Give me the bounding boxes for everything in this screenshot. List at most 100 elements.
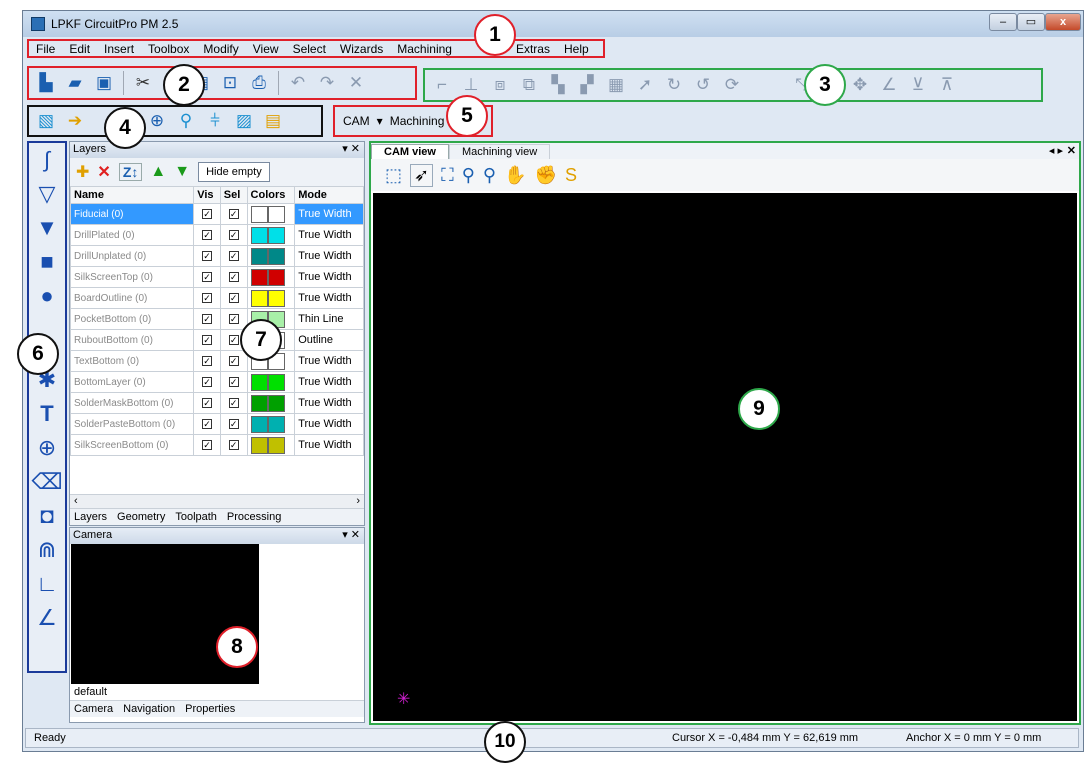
pan-hand-icon[interactable]: ✋ [504, 165, 526, 186]
layer-mode[interactable]: True Width [294, 392, 364, 414]
layer-mode[interactable]: True Width [294, 434, 364, 456]
fiducial-icon[interactable]: ⊕ [144, 108, 170, 134]
visible-checkbox[interactable]: ✓ [201, 355, 212, 366]
fiducial-insert-icon[interactable]: ⊕ [29, 431, 65, 465]
layer-color-swatch[interactable] [250, 415, 268, 433]
cut-icon[interactable]: ✂ [130, 70, 156, 96]
layer-color-swatch-2[interactable] [267, 226, 285, 244]
export-arrow-icon[interactable]: ➔ [62, 108, 88, 134]
tab-geometry[interactable]: Geometry [117, 511, 165, 523]
rotate-icon[interactable]: ⟳ [719, 72, 745, 98]
tab-navigation[interactable]: Navigation [123, 703, 175, 715]
layer-color-swatch[interactable] [250, 247, 268, 265]
toolpath-icon[interactable]: ∫ [29, 143, 65, 177]
layer-row[interactable]: SilkScreenTop (0) ✓ ✓ True Width [69, 266, 364, 288]
layer-mode[interactable]: True Width [294, 287, 364, 309]
zoom-fit-icon[interactable]: ⛶ [441, 165, 454, 186]
layer-mode[interactable]: Outline [294, 329, 364, 351]
visible-checkbox[interactable]: ✓ [201, 250, 212, 261]
print-icon[interactable]: ⎙ [246, 70, 272, 96]
menu-help[interactable]: Help [557, 42, 596, 56]
print-preview-icon[interactable]: ⊡ [217, 70, 243, 96]
selectable-checkbox[interactable]: ✓ [228, 334, 239, 345]
triangle-filled-icon[interactable]: ▼ [29, 211, 65, 245]
tab-camera[interactable]: Camera [74, 703, 113, 715]
hide-empty-button[interactable]: Hide empty [198, 162, 270, 182]
triangle-outline-icon[interactable]: ▽ [29, 177, 65, 211]
selectable-checkbox[interactable]: ✓ [228, 271, 239, 282]
process-icon[interactable]: ▤ [260, 108, 286, 134]
selectable-checkbox[interactable]: ✓ [228, 376, 239, 387]
visible-checkbox[interactable]: ✓ [201, 376, 212, 387]
pan-grab-icon[interactable]: ✊ [535, 165, 557, 186]
move-icon[interactable]: ✥ [847, 72, 873, 98]
machining-dropdown[interactable]: Machining [386, 114, 449, 128]
layer-mode[interactable]: True Width [294, 371, 364, 393]
rectangle-icon[interactable]: ■ [29, 245, 65, 279]
lasso-select-icon[interactable]: ⬚ [385, 165, 402, 186]
align-right-icon[interactable]: ▞ [574, 72, 600, 98]
tab-machining-view[interactable]: Machining view [448, 144, 551, 159]
col-sel[interactable]: Sel [219, 186, 248, 204]
rotate-cw-icon[interactable]: ↻ [661, 72, 687, 98]
chevron-down-icon[interactable]: ▾ [377, 114, 383, 128]
layer-color-swatch-2[interactable] [267, 289, 285, 307]
selectable-checkbox[interactable]: ✓ [228, 313, 239, 324]
tab-cam-view[interactable]: CAM view [371, 144, 449, 159]
menu-select[interactable]: Select [286, 42, 333, 56]
close-button[interactable]: x [1045, 13, 1081, 31]
panel-controls-icon[interactable]: ▾ ✕ [342, 528, 360, 543]
scroll-left-icon[interactable]: ‹ [74, 495, 78, 507]
layer-color-swatch[interactable] [250, 205, 268, 223]
visible-checkbox[interactable]: ✓ [201, 229, 212, 240]
move-down-icon[interactable]: ▼ [174, 163, 190, 181]
layer-row[interactable]: DrillUnplated (0) ✓ ✓ True Width [69, 245, 364, 267]
angle-45-icon[interactable]: ∠ [29, 601, 65, 635]
selectable-checkbox[interactable]: ✓ [228, 397, 239, 408]
selectable-checkbox[interactable]: ✓ [228, 250, 239, 261]
layer-mode[interactable]: True Width [294, 245, 364, 267]
layer-mode[interactable]: Thin Line [294, 308, 364, 330]
connect-icon[interactable]: ⊥ [458, 72, 484, 98]
layer-color-swatch[interactable] [250, 394, 268, 412]
layer-row[interactable]: BoardOutline (0) ✓ ✓ True Width [69, 287, 364, 309]
move-up-icon[interactable]: ▲ [150, 163, 166, 181]
selectable-checkbox[interactable]: ✓ [228, 208, 239, 219]
menu-machining[interactable]: Machining [390, 42, 459, 56]
angle-90-icon[interactable]: ∟ [29, 567, 65, 601]
col-name[interactable]: Name [69, 186, 195, 204]
layer-row[interactable]: SolderMaskBottom (0) ✓ ✓ True Width [69, 392, 364, 414]
layer-mode[interactable]: True Width [294, 350, 364, 372]
drill-hole-icon[interactable]: ⋒ [29, 533, 65, 567]
layer-row[interactable]: RuboutBottom (0) ✓ ✓ Outline [69, 329, 364, 351]
technology-dialog-icon[interactable]: ▨ [231, 108, 257, 134]
layer-color-swatch-2[interactable] [267, 205, 285, 223]
angle-icon[interactable]: ∠ [876, 72, 902, 98]
distribute-icon[interactable]: ▦ [603, 72, 629, 98]
tab-processing[interactable]: Processing [227, 511, 281, 523]
circle-icon[interactable]: ● [29, 279, 65, 313]
selectable-checkbox[interactable]: ✓ [228, 229, 239, 240]
col-colors[interactable]: Colors [246, 186, 296, 204]
tool-magazine-icon[interactable]: ⚲ [173, 108, 199, 134]
layer-mode[interactable]: True Width [294, 224, 364, 246]
close-view-icon[interactable]: ✕ [1067, 144, 1076, 157]
mode-dropdown[interactable]: CAM [339, 114, 374, 128]
layer-color-swatch[interactable] [250, 268, 268, 286]
panel-controls-icon[interactable]: ▾ ✕ [342, 142, 360, 157]
visible-checkbox[interactable]: ✓ [201, 271, 212, 282]
layer-row[interactable]: DrillPlated (0) ✓ ✓ True Width [69, 224, 364, 246]
layer-row[interactable]: TextBottom (0) ✓ ✓ True Width [69, 350, 364, 372]
visible-checkbox[interactable]: ✓ [201, 439, 212, 450]
selectable-checkbox[interactable]: ✓ [228, 292, 239, 303]
menu-extras[interactable]: Extras [509, 42, 557, 56]
pad-icon[interactable]: ◘ [29, 499, 65, 533]
delete-icon[interactable]: ✕ [343, 70, 369, 96]
align-left-icon[interactable]: ▚ [545, 72, 571, 98]
col-mode[interactable]: Mode [294, 186, 364, 204]
visible-checkbox[interactable]: ✓ [201, 397, 212, 408]
layer-color-swatch-2[interactable] [267, 373, 285, 391]
scroll-right-icon[interactable]: › [356, 495, 360, 507]
sort-layers-icon[interactable]: Z↕ [118, 163, 143, 181]
dimension-icon[interactable]: ⊻ [905, 72, 931, 98]
